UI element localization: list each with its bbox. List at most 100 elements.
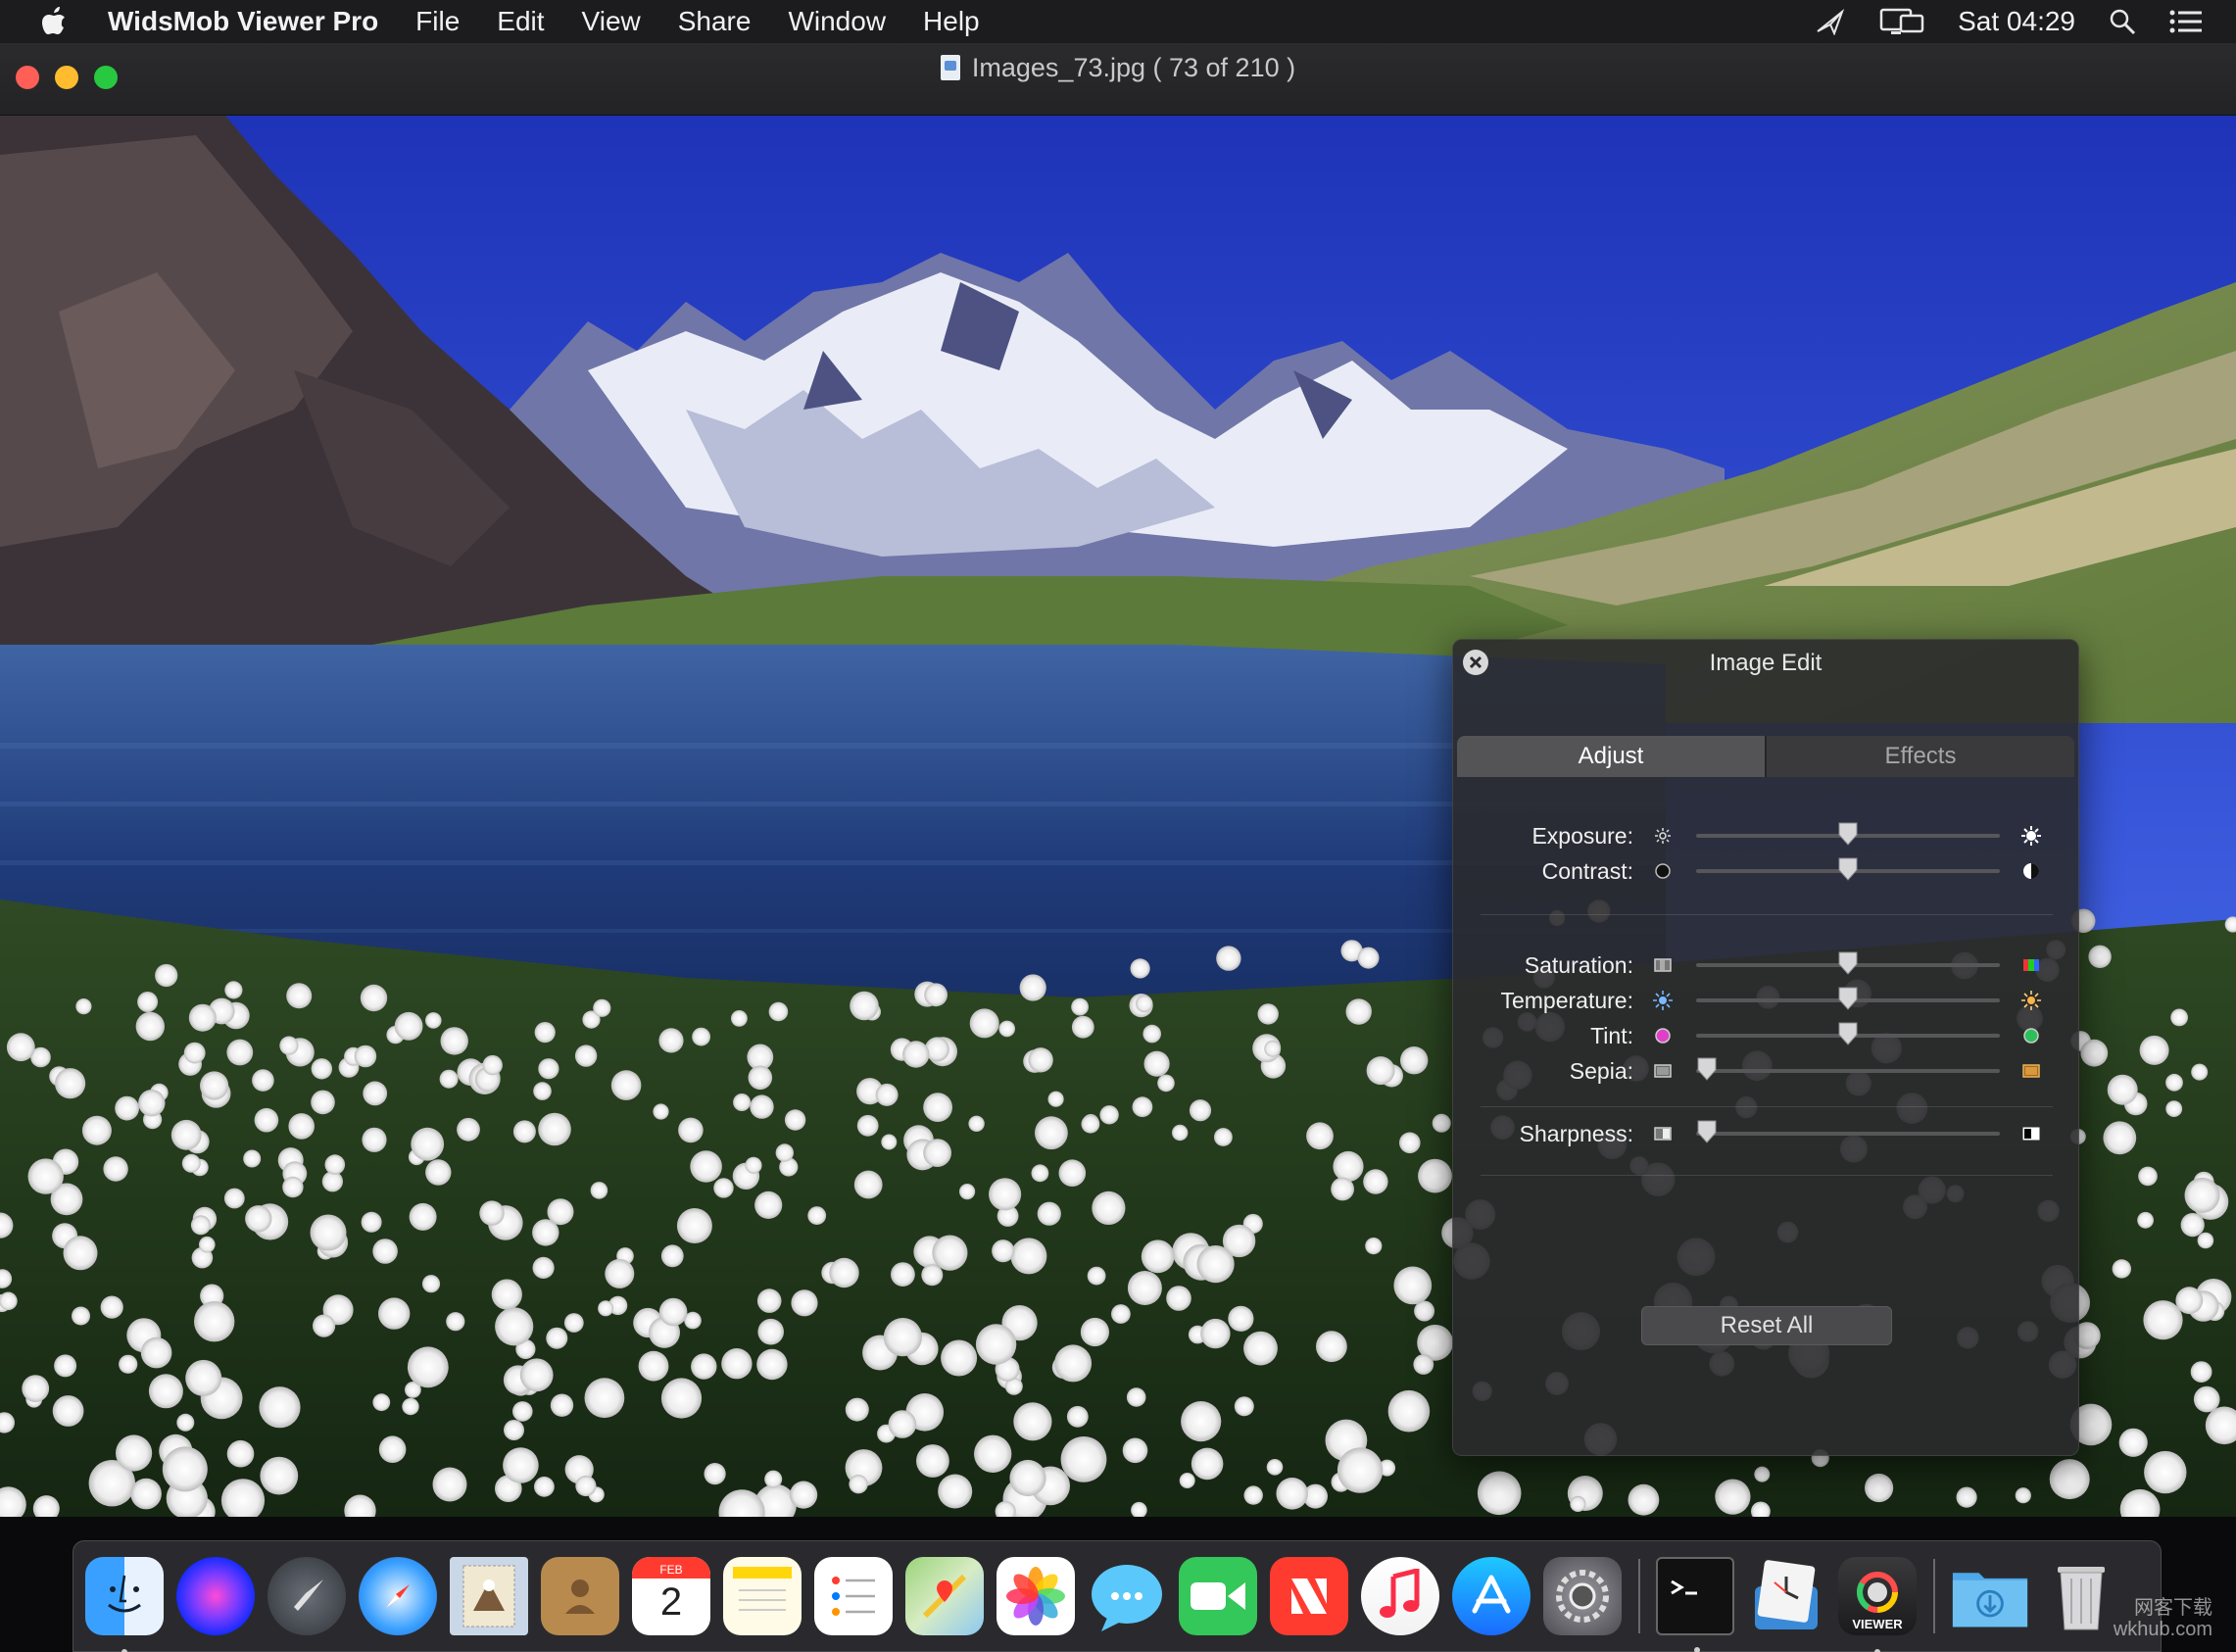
cotton-flower [692,1027,710,1046]
cotton-flower [1031,1164,1049,1183]
cotton-flower [1477,1471,1522,1516]
cotton-flower [1956,1486,1977,1508]
contrast-slider-thumb[interactable] [1837,856,1859,882]
cotton-flower [190,1215,211,1236]
exposure-high-icon[interactable] [2021,826,2041,846]
menu-window[interactable]: Window [788,6,886,37]
tab-adjust[interactable]: Adjust [1457,736,1765,777]
notes-icon[interactable] [723,1557,802,1635]
cotton-flower [676,1208,712,1243]
trash-icon[interactable] [2042,1557,2120,1635]
contrast-low-icon[interactable] [1653,861,1673,881]
temperature-slider-thumb[interactable] [1837,986,1859,1011]
cotton-flower [54,1354,77,1378]
spotlight-search-icon[interactable] [2109,8,2136,35]
display-mirror-icon[interactable] [1879,7,1924,36]
sharpness-slider-thumb[interactable] [1696,1119,1718,1144]
cotton-flower [311,1090,335,1115]
reminders-icon[interactable] [814,1557,893,1635]
cotton-flower [590,1182,608,1199]
cotton-flower [1243,1485,1263,1505]
saturation-high-icon[interactable] [2021,955,2041,975]
widsmob-viewer-icon[interactable]: VIEWER [1838,1557,1917,1652]
cotton-flower [923,1093,952,1122]
sharpness-high-icon[interactable] [2021,1124,2041,1143]
maps-icon[interactable] [905,1557,984,1635]
app-store-icon[interactable] [1452,1557,1531,1635]
cotton-flower [75,998,92,1015]
terminal-icon[interactable] [1656,1557,1734,1652]
saturation-low-icon[interactable] [1653,955,1673,975]
photos-icon[interactable] [996,1557,1075,1635]
cotton-flower [660,1378,703,1419]
cotton-flower [243,1149,262,1168]
tint-magenta-icon[interactable] [1653,1026,1673,1045]
downloads-folder-icon[interactable] [1951,1557,2029,1635]
sepia-low-icon[interactable] [1653,1061,1673,1081]
cotton-flower [2170,1008,2189,1027]
cotton-flower [378,1435,407,1463]
contacts-icon[interactable] [541,1557,619,1635]
cotton-flower [1228,1305,1254,1332]
sepia-slider[interactable] [1696,1057,2000,1081]
calendar-icon[interactable]: FEB 2 [632,1557,710,1635]
airplay-status-icon[interactable] [1815,8,1846,35]
cotton-flower [52,1395,84,1427]
cotton-flower [2088,945,2112,968]
sharpness-low-icon[interactable] [1653,1124,1673,1143]
siri-icon[interactable] [176,1557,255,1635]
app-name-menu[interactable]: WidsMob Viewer Pro [108,6,378,37]
sharpness-slider[interactable] [1696,1120,2000,1143]
cotton-flower [138,1090,166,1117]
menu-view[interactable]: View [582,6,641,37]
finder-icon[interactable] [85,1557,164,1652]
cotton-flower [638,1350,669,1382]
menu-file[interactable]: File [415,6,460,37]
notification-center-icon[interactable] [2169,10,2203,33]
time-machine-icon[interactable] [1747,1557,1825,1635]
menubar-clock[interactable]: Sat 04:29 [1958,6,2075,37]
window-titlebar[interactable]: Images_73.jpg ( 73 of 210 ) [0,43,2236,116]
menu-help[interactable]: Help [923,6,980,37]
cotton-flower [1081,1114,1100,1134]
mail-stamp-icon[interactable] [450,1557,528,1635]
exposure-slider[interactable] [1696,822,2000,846]
menu-edit[interactable]: Edit [497,6,544,37]
temperature-warm-icon[interactable] [2021,991,2041,1010]
saturation-slider-thumb[interactable] [1837,950,1859,976]
tint-slider[interactable] [1696,1022,2000,1045]
temperature-slider[interactable] [1696,987,2000,1010]
contrast-slider[interactable] [1696,857,2000,881]
apple-menu-icon[interactable] [0,0,108,43]
news-icon[interactable] [1270,1557,1348,1635]
messages-icon[interactable] [1088,1557,1166,1635]
tab-effects[interactable]: Effects [1767,736,2074,777]
cotton-flower [279,1036,299,1055]
exposure-low-icon[interactable] [1653,826,1673,846]
sepia-high-icon[interactable] [2021,1061,2041,1081]
cotton-flower [550,1393,574,1417]
tint-green-icon[interactable] [2021,1026,2041,1045]
sepia-slider-thumb[interactable] [1696,1056,1718,1082]
menu-share[interactable]: Share [678,6,752,37]
system-preferences-icon[interactable] [1543,1557,1622,1635]
cotton-flower [574,1045,598,1067]
tint-slider-thumb[interactable] [1837,1021,1859,1046]
reset-all-button[interactable]: Reset All [1641,1306,1892,1345]
music-icon[interactable] [1361,1557,1439,1635]
launchpad-icon[interactable] [267,1557,346,1635]
saturation-slider[interactable] [1696,951,2000,975]
temperature-cool-icon[interactable] [1653,991,1673,1010]
facetime-icon[interactable] [1179,1557,1257,1635]
cotton-flower [690,1150,722,1183]
exposure-slider-thumb[interactable] [1837,821,1859,847]
cotton-flower [1142,1024,1161,1044]
cotton-flower [115,1095,139,1121]
safari-icon[interactable] [359,1557,437,1635]
cotton-flower [563,1313,584,1333]
cotton-flower [479,1200,505,1226]
cotton-flower [440,1027,468,1055]
cotton-flower [313,1314,336,1337]
cotton-flower [2049,1459,2090,1500]
contrast-high-icon[interactable] [2021,861,2041,881]
